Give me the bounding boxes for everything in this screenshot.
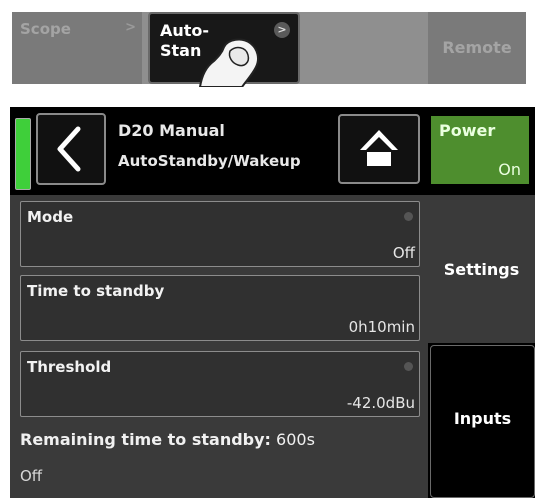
device-name: D20 Manual [118, 121, 225, 140]
power-button[interactable]: Power On [431, 116, 529, 184]
remaining-time-value: 600s [276, 430, 315, 449]
indicator-dot-icon [404, 362, 413, 371]
settings-panel: Mode Off Time to standby 0h10min Thresho… [10, 195, 428, 498]
chevron-right-icon: > [274, 22, 290, 38]
indicator-dot-icon [404, 212, 413, 221]
power-label: Power [439, 121, 496, 140]
home-icon [360, 130, 398, 166]
threshold-field[interactable]: Threshold -42.0dBu [20, 351, 420, 417]
mode-value: Off [392, 244, 415, 262]
chevron-right-icon: > [125, 20, 136, 35]
power-state: On [498, 160, 521, 179]
remote-button[interactable]: Remote [428, 12, 526, 84]
pointing-hand-icon [198, 38, 259, 87]
mode-label: Mode [27, 208, 74, 226]
mode-field[interactable]: Mode Off [20, 201, 420, 267]
chevron-left-icon [57, 126, 81, 172]
scope-label: Scope [20, 20, 71, 38]
device-screen: D20 Manual AutoStandby/Wakeup Power On M… [10, 107, 535, 498]
status-led [15, 118, 31, 190]
back-button[interactable] [36, 113, 106, 185]
standby-status: Off [20, 467, 43, 485]
top-strip: Scope > Auto- Stan > Remote [12, 12, 526, 87]
time-to-standby-field[interactable]: Time to standby 0h10min [20, 275, 420, 341]
time-to-standby-label: Time to standby [27, 282, 165, 300]
home-button[interactable] [338, 114, 420, 184]
threshold-label: Threshold [27, 358, 112, 376]
tab-inputs[interactable]: Inputs [430, 345, 535, 498]
remaining-time-label: Remaining time to standby: [20, 430, 271, 449]
scope-button[interactable]: Scope > [12, 12, 142, 84]
time-to-standby-value: 0h10min [348, 318, 415, 336]
page-title: AutoStandby/Wakeup [118, 152, 301, 170]
tab-settings[interactable]: Settings [428, 195, 535, 343]
remaining-time: Remaining time to standby: 600s [20, 430, 315, 449]
threshold-value: -42.0dBu [346, 394, 415, 412]
